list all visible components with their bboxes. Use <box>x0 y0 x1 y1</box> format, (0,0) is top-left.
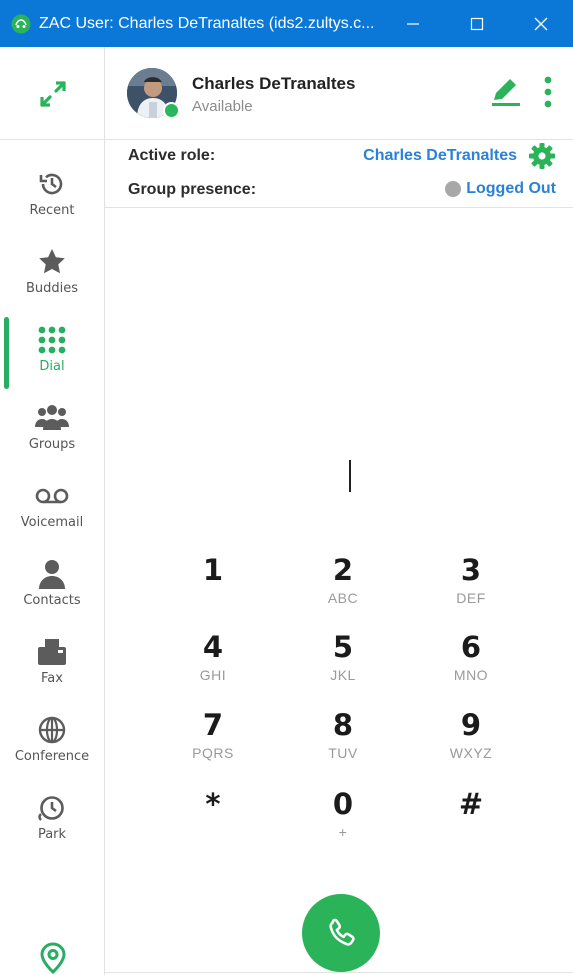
key-letters: TUV <box>328 745 358 761</box>
dial-key-6[interactable]: 6 MNO <box>421 630 521 702</box>
bottom-divider <box>105 972 573 973</box>
main-panel: Charles DeTranaltes Available Active rol… <box>105 47 573 975</box>
nav-recent[interactable]: Recent <box>0 161 104 239</box>
key-letters: + <box>338 824 348 840</box>
nav-park-label: Park <box>37 827 67 842</box>
dial-key-hash[interactable]: # <box>421 787 521 859</box>
dial-key-star[interactable]: * <box>163 787 263 859</box>
key-letters: DEF <box>456 590 486 606</box>
dial-key-3[interactable]: 3 DEF <box>421 553 521 625</box>
dial-number-input[interactable] <box>225 455 453 495</box>
group-presence-label: Group presence: <box>128 181 257 198</box>
key-digit: 8 <box>332 708 354 742</box>
nav-conference[interactable]: Conference <box>0 707 104 785</box>
nav-voicemail-label: Voicemail <box>20 515 84 530</box>
key-letters: ABC <box>327 590 359 606</box>
active-role-label: Active role: <box>128 147 216 164</box>
star-icon <box>39 249 65 274</box>
key-digit: * <box>205 787 221 821</box>
call-button[interactable] <box>302 894 380 972</box>
dial-key-2[interactable]: 2 ABC <box>293 553 393 625</box>
nav-groups[interactable]: Groups <box>0 395 104 473</box>
dial-key-9[interactable]: 9 WXYZ <box>421 708 521 780</box>
logged-out-status-icon <box>445 181 462 197</box>
text-cursor <box>349 460 351 492</box>
key-digit: 3 <box>460 553 482 587</box>
dial-key-4[interactable]: 4 GHI <box>163 630 263 702</box>
voicemail-icon <box>35 488 69 504</box>
more-options-icon[interactable] <box>541 75 555 109</box>
nav-conference-label: Conference <box>14 749 90 764</box>
key-digit: 9 <box>460 708 482 742</box>
key-digit: 5 <box>332 630 354 664</box>
history-icon <box>39 173 63 195</box>
gear-icon[interactable] <box>528 142 556 170</box>
nav-dial[interactable]: Dial <box>0 317 104 395</box>
nav-buddies-label: Buddies <box>25 281 79 296</box>
group-presence-value[interactable]: Logged Out <box>445 180 556 198</box>
profile-header: Charles DeTranaltes Available <box>105 47 573 137</box>
globe-icon <box>38 716 66 744</box>
nav-park[interactable]: Park <box>0 785 104 863</box>
header-divider <box>105 139 573 140</box>
minimize-button[interactable] <box>381 0 445 47</box>
title-bar[interactable]: ZAC User: Charles DeTranaltes (ids2.zult… <box>0 0 573 47</box>
nav-fax-label: Fax <box>41 671 63 686</box>
key-digit: # <box>458 787 484 821</box>
key-digit: 0 <box>332 787 354 821</box>
key-digit: 2 <box>332 553 354 587</box>
key-digit: 7 <box>202 708 224 742</box>
role-divider <box>105 207 573 208</box>
dial-key-1[interactable]: 1 <box>163 553 263 625</box>
fax-icon <box>38 639 66 665</box>
nav-fax[interactable]: Fax <box>0 629 104 707</box>
nav-dial-label: Dial <box>39 359 65 374</box>
location-icon[interactable] <box>39 942 67 974</box>
group-icon <box>35 405 69 430</box>
nav-buddies[interactable]: Buddies <box>0 239 104 317</box>
key-letters: WXYZ <box>449 745 493 761</box>
user-status[interactable]: Available <box>192 98 253 115</box>
key-letters: PQRS <box>192 745 234 761</box>
nav-voicemail[interactable]: Voicemail <box>0 473 104 551</box>
dial-key-0[interactable]: 0 + <box>293 787 393 859</box>
dial-key-8[interactable]: 8 TUV <box>293 708 393 780</box>
maximize-icon <box>470 17 484 30</box>
park-icon <box>38 796 64 821</box>
nav-recent-label: Recent <box>29 203 75 218</box>
edit-icon[interactable] <box>489 77 523 107</box>
active-role-value[interactable]: Charles DeTranaltes <box>363 147 517 165</box>
key-letters: MNO <box>453 667 489 683</box>
nav-contacts[interactable]: Contacts <box>0 551 104 629</box>
phone-icon <box>329 918 355 946</box>
expand-icon[interactable] <box>37 78 69 110</box>
sidebar-divider <box>0 139 104 140</box>
nav-contacts-label: Contacts <box>23 593 81 608</box>
dial-key-7[interactable]: 7 PQRS <box>163 708 263 780</box>
group-presence-text: Logged Out <box>466 180 556 197</box>
user-name: Charles DeTranaltes <box>192 74 356 93</box>
key-letters: JKL <box>330 667 356 683</box>
dialpad-icon <box>38 326 66 354</box>
sidebar: Recent Buddies Dial Groups Voicemail Con… <box>0 47 105 975</box>
key-letters: GHI <box>199 667 227 683</box>
close-icon <box>534 17 548 30</box>
person-icon <box>39 560 65 589</box>
nav-groups-label: Groups <box>28 437 76 452</box>
app-logo-icon <box>11 14 31 33</box>
key-digit: 1 <box>202 553 224 587</box>
key-digit: 6 <box>460 630 482 664</box>
dial-key-5[interactable]: 5 JKL <box>293 630 393 702</box>
minimize-icon <box>407 22 419 25</box>
presence-indicator <box>163 102 180 119</box>
maximize-button[interactable] <box>445 0 509 47</box>
key-digit: 4 <box>202 630 224 664</box>
close-button[interactable] <box>509 0 573 47</box>
window-title: ZAC User: Charles DeTranaltes (ids2.zult… <box>39 14 375 32</box>
